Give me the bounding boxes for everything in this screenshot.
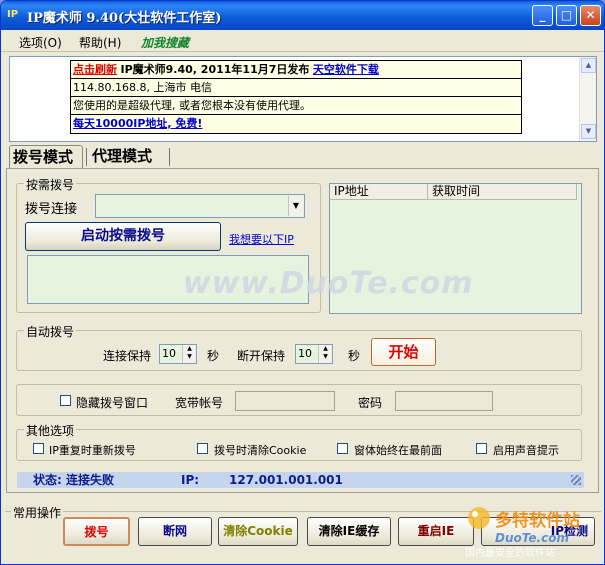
logo-slogan: 国内最安全的软件站	[465, 546, 555, 559]
app-window: IP IP魔术师 9.40(大壮软件工作室) _ □ ✕ 选项(O) 帮助(H)…	[0, 0, 605, 565]
restart-ie-button[interactable]: 重启IE	[398, 517, 474, 546]
clear-ie-cache-button[interactable]: 清除IE缓存	[307, 517, 391, 546]
broadband-account-input[interactable]	[235, 391, 335, 411]
ip-value: 127.001.001.001	[229, 473, 343, 487]
refresh-link[interactable]: 点击刷新	[73, 63, 117, 76]
keep-unit: 秒	[207, 349, 220, 363]
title-bar[interactable]: IP IP魔术师 9.40(大壮软件工作室) _ □ ✕	[1, 1, 604, 30]
notice-table: 点击刷新 IP魔术师9.40, 2011年11月7日发布 天空软件下载 114.…	[70, 60, 522, 134]
logo-text: 多特软件站	[495, 510, 580, 531]
sound-prompt-checkbox[interactable]	[476, 443, 487, 454]
ondemand-legend: 按需拨号	[24, 176, 77, 193]
other-options-legend: 其他选项	[24, 422, 77, 439]
always-on-top-checkbox[interactable]	[337, 443, 348, 454]
logo-sub: DuoTe.com	[495, 531, 569, 545]
sound-prompt-label: 启用声音提示	[493, 444, 559, 457]
close-button[interactable]: ✕	[580, 5, 601, 26]
tab-separator	[169, 148, 170, 166]
keep-disconnected-spinner[interactable]: 10 ▲ ▼	[295, 344, 333, 364]
free-ip-link[interactable]: 每天10000IP地址, 免费!	[73, 117, 202, 130]
tab-dial-mode[interactable]: 拨号模式	[9, 145, 83, 169]
keep-connected-label: 连接保持	[103, 349, 152, 363]
duote-logo-icon: 多特软件站 DuoTe.com 国内最安全的软件站	[465, 507, 580, 559]
clear-cookie-on-dial-checkbox[interactable]	[197, 443, 208, 454]
duote-logo: 多特软件站 DuoTe.com 国内最安全的软件站	[465, 504, 600, 560]
menu-add-favorite[interactable]: 加我搜藏	[141, 34, 189, 51]
hide-dial-window-checkbox[interactable]	[60, 395, 71, 406]
dial-connection-label: 拨号连接	[25, 202, 78, 217]
window-title: IP魔术师 9.40(大壮软件工作室)	[27, 11, 222, 26]
spinner-arrows-icon[interactable]: ▲ ▼	[182, 345, 196, 363]
break-unit: 秒	[348, 349, 361, 363]
col-fetch-time[interactable]: 获取时间	[428, 184, 577, 200]
maximize-button[interactable]: □	[556, 5, 577, 26]
notice-row-ip: 114.80.168.8, 上海市 电信	[71, 79, 521, 97]
notice-row: 点击刷新 IP魔术师9.40, 2011年11月7日发布 天空软件下载	[71, 61, 521, 79]
dial-connection-select[interactable]: ▼	[95, 194, 305, 218]
col-ip-address[interactable]: IP地址	[330, 184, 428, 200]
dial-button[interactable]: 拨号	[63, 517, 130, 546]
clear-cookie-on-dial-label: 拨号时清除Cookie	[214, 444, 307, 457]
notice-row-promo: 每天10000IP地址, 免费!	[71, 115, 521, 133]
duote-watermark: www.DuoTe.com	[183, 266, 474, 301]
tab-proxy-mode[interactable]: 代理模式	[89, 145, 169, 169]
auto-dial-legend: 自动拨号	[24, 323, 77, 340]
keep-connected-value: 10	[162, 347, 176, 360]
common-ops-legend: 常用操作	[11, 504, 64, 521]
keep-disconnected-value: 10	[298, 347, 312, 360]
scroll-down-icon[interactable]: ▼	[581, 124, 596, 139]
notice-panel: 点击刷新 IP魔术师9.40, 2011年11月7日发布 天空软件下载 114.…	[9, 56, 597, 142]
menu-bar: 选项(O) 帮助(H) 加我搜藏	[1, 30, 604, 52]
redial-on-duplicate-label: IP重复时重新拨号	[49, 444, 136, 457]
keep-disconnected-label: 断开保持	[237, 349, 286, 363]
ip-label: IP:	[181, 473, 200, 487]
minimize-button[interactable]: _	[532, 5, 553, 26]
always-on-top-label: 窗体始终在最前面	[354, 444, 442, 457]
status-bar: 状态: 连接失败 IP: 127.001.001.001	[17, 472, 584, 488]
password-label: 密码	[358, 396, 383, 410]
notice-row-proxy: 您使用的是超级代理, 或者您根本没有使用代理。	[71, 97, 521, 115]
notice-scrollbar[interactable]: ▲ ▼	[579, 57, 596, 141]
scroll-up-icon[interactable]: ▲	[581, 58, 596, 73]
start-auto-dial-button[interactable]: 开始	[371, 338, 436, 366]
keep-connected-spinner[interactable]: 10 ▲ ▼	[159, 344, 197, 364]
broadband-account-label: 宽带帐号	[175, 396, 224, 410]
hide-dial-window-label: 隐藏拨号窗口	[76, 396, 149, 410]
chevron-down-icon[interactable]: ▼	[288, 196, 303, 216]
menu-options[interactable]: 选项(O)	[19, 34, 62, 51]
clear-cookie-button[interactable]: 清除Cookie	[218, 517, 298, 546]
app-icon: IP	[7, 9, 19, 20]
spinner-arrows-icon[interactable]: ▲ ▼	[318, 345, 332, 363]
menu-help[interactable]: 帮助(H)	[79, 34, 121, 51]
resize-grip-icon[interactable]	[571, 475, 581, 485]
desired-ip-link[interactable]: 我想要以下IP	[229, 231, 294, 247]
redial-on-duplicate-checkbox[interactable]	[33, 443, 44, 454]
download-site-link[interactable]: 天空软件下载	[313, 63, 379, 76]
hangup-button[interactable]: 断网	[138, 517, 212, 546]
start-ondemand-button[interactable]: 启动按需拨号	[25, 222, 221, 251]
password-input[interactable]	[395, 391, 493, 411]
tab-separator	[86, 148, 87, 166]
version-text: IP魔术师9.40, 2011年11月7日发布	[120, 63, 310, 76]
connection-status: 状态: 连接失败	[33, 473, 114, 487]
